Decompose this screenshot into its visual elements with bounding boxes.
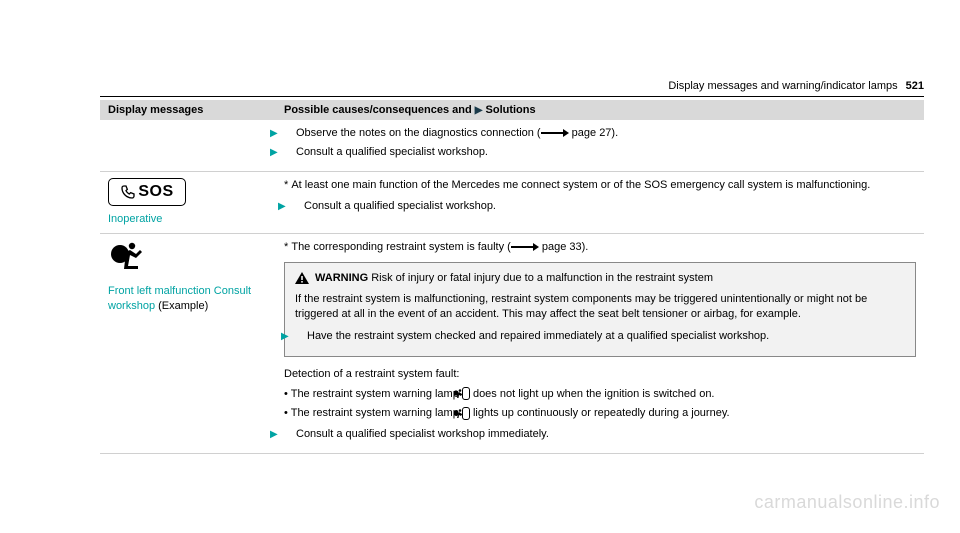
messages-table: Display messages Possible causes/consequ… bbox=[100, 100, 924, 454]
cell-solution-2: * At least one main function of the Merc… bbox=[276, 171, 924, 233]
action-bullet-icon: ▶ bbox=[284, 127, 296, 141]
restraint-label-suffix: (Example) bbox=[155, 300, 208, 312]
arrow-icon bbox=[541, 130, 569, 136]
bullet1-a: The restraint system warning lamp bbox=[291, 388, 462, 400]
cell-solution-1: ▶Observe the notes on the diagnostics co… bbox=[276, 120, 924, 171]
inoperative-label: Inoperative bbox=[108, 212, 268, 227]
sos-text: SOS bbox=[138, 181, 173, 203]
warning-triangle-icon bbox=[295, 272, 309, 284]
restraint-lamp-icon bbox=[462, 387, 470, 400]
bullet-item: The restraint system warning lamp lights… bbox=[284, 406, 916, 421]
table-header-col2-a: Possible causes/consequences and bbox=[284, 104, 475, 116]
section-title: Display messages and warning/indicator l… bbox=[668, 80, 897, 92]
row1-line1b: page 27). bbox=[569, 127, 619, 139]
action-bullet-icon: ▶ bbox=[284, 146, 296, 160]
row2-action: Consult a qualified specialist workshop. bbox=[304, 200, 496, 212]
row3-star-b: page 33). bbox=[539, 241, 589, 253]
phone-icon bbox=[120, 184, 136, 200]
table-row: ▶Observe the notes on the diagnostics co… bbox=[100, 120, 924, 171]
header-divider bbox=[100, 96, 924, 97]
table-row: Front left malfunction Consult workshop … bbox=[100, 234, 924, 454]
warning-box: WARNING Risk of injury or fatal injury d… bbox=[284, 262, 916, 358]
action-bullet-icon: ▶ bbox=[295, 330, 307, 344]
table-row: SOS Inoperative * At least one main func… bbox=[100, 171, 924, 233]
restraint-lamp-icon bbox=[462, 407, 470, 420]
warn-title: WARNING bbox=[315, 272, 368, 284]
table-header-col1: Display messages bbox=[100, 100, 276, 120]
bullet-item: The restraint system warning lamp does n… bbox=[284, 387, 916, 402]
arrow-icon bbox=[511, 244, 539, 250]
action-bullet-icon: ▶ bbox=[284, 428, 296, 442]
table-header-col2-b: Solutions bbox=[482, 104, 535, 116]
cell-message-1 bbox=[100, 120, 276, 171]
row2-star-line: At least one main function of the Merced… bbox=[291, 179, 870, 191]
watermark: carmanualsonline.info bbox=[754, 492, 940, 513]
warn-head-text: Risk of injury or fatal injury due to a … bbox=[368, 272, 713, 284]
cell-message-2: SOS Inoperative bbox=[100, 171, 276, 233]
warn-action: Have the restraint system checked and re… bbox=[307, 330, 769, 342]
bullet2-b: lights up continuously or repeatedly dur… bbox=[470, 407, 730, 419]
cell-message-3: Front left malfunction Consult workshop … bbox=[100, 234, 276, 454]
airbag-icon bbox=[108, 240, 144, 270]
sos-box-icon: SOS bbox=[108, 178, 186, 206]
table-header-col2: Possible causes/consequences and ▶ Solut… bbox=[276, 100, 924, 120]
row1-line1a: Observe the notes on the diagnostics con… bbox=[296, 127, 541, 139]
row3-star-a: The corresponding restraint system is fa… bbox=[291, 241, 510, 253]
final-action: Consult a qualified specialist workshop … bbox=[296, 428, 549, 440]
bullet2-a: The restraint system warning lamp bbox=[291, 407, 462, 419]
cell-solution-3: * The corresponding restraint system is … bbox=[276, 234, 924, 454]
page-number: 521 bbox=[906, 80, 924, 92]
detect-head: Detection of a restraint system fault: bbox=[284, 367, 916, 382]
bullet1-b: does not light up when the ignition is s… bbox=[470, 388, 715, 400]
row1-line2: Consult a qualified specialist workshop. bbox=[296, 146, 488, 158]
warn-body: If the restraint system is malfunctionin… bbox=[295, 292, 905, 323]
action-bullet-icon: ▶ bbox=[292, 200, 304, 214]
